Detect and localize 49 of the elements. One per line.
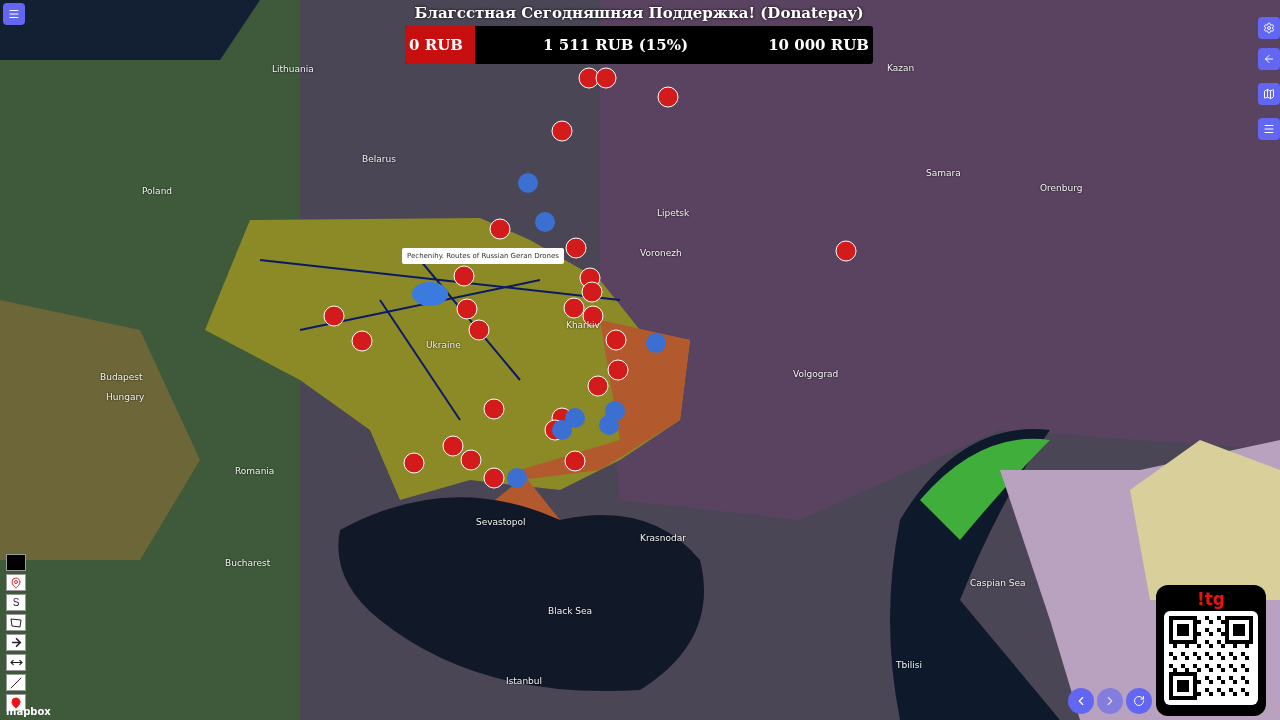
marker-icon — [10, 576, 22, 589]
goal-start: 0 RUB — [409, 36, 463, 54]
map-place-label: Black Sea — [548, 606, 592, 616]
qr-card-title: !tg — [1196, 589, 1226, 609]
settings-button[interactable] — [1258, 17, 1280, 39]
marker-tool[interactable] — [6, 574, 26, 591]
arrow-tool[interactable] — [6, 634, 26, 651]
list-button[interactable] — [1258, 118, 1280, 140]
map-place-label: Krasnodar — [640, 533, 686, 543]
line-tool[interactable] — [6, 674, 26, 691]
map-place-label: Sevastopol — [476, 517, 526, 527]
map-place-label: Ukraine — [426, 340, 461, 350]
back-button[interactable] — [1258, 48, 1280, 70]
map-place-label: Volgograd — [793, 369, 839, 379]
line-icon — [10, 676, 22, 689]
current-amount: 1 511 RUB (15%) — [543, 36, 688, 54]
arrow-right-icon — [9, 636, 23, 649]
settings-icon — [1263, 22, 1275, 34]
text-tool[interactable]: S — [6, 594, 26, 611]
map-place-label: Voronezh — [640, 248, 682, 258]
map-place-label: Samara — [926, 168, 961, 178]
map-icon — [1263, 88, 1275, 100]
map-place-label: Poland — [142, 186, 173, 196]
map-place-label: Hungary — [106, 392, 145, 402]
map-place-label: Caspian Sea — [970, 578, 1026, 588]
map-place-label: Istanbul — [506, 676, 542, 686]
map-place-label: Romania — [235, 466, 275, 476]
pin-icon — [10, 696, 22, 709]
map-place-label: Orenburg — [1040, 183, 1083, 193]
map-button[interactable] — [1258, 83, 1280, 105]
map-place-label: Lipetsk — [657, 208, 690, 218]
map-place-label: Belarus — [362, 154, 396, 164]
refresh-icon — [1133, 695, 1145, 707]
menu-button[interactable] — [3, 3, 25, 25]
menu-icon — [8, 8, 20, 20]
map-place-label: Kharkiv — [566, 320, 600, 330]
arrow-left-icon — [1263, 53, 1275, 65]
map-place-label: Budapest — [100, 372, 143, 382]
map-place-label: Tbilisi — [896, 660, 922, 670]
menu-icon — [1263, 123, 1275, 135]
polygon-icon — [9, 616, 23, 629]
map-place-label: Lithuania — [272, 64, 314, 74]
donation-title: Благсстная Сегодняшняя Поддержка! (Donatepay) — [414, 4, 864, 22]
goal-amount: 10 000 RUB — [768, 36, 869, 54]
polygon-tool[interactable] — [6, 614, 26, 631]
double-arrow-tool[interactable] — [6, 654, 26, 671]
color-swatch[interactable] — [6, 554, 26, 571]
map-place-label: Kazan — [887, 63, 915, 73]
map-place-label: Bucharest — [225, 558, 271, 568]
